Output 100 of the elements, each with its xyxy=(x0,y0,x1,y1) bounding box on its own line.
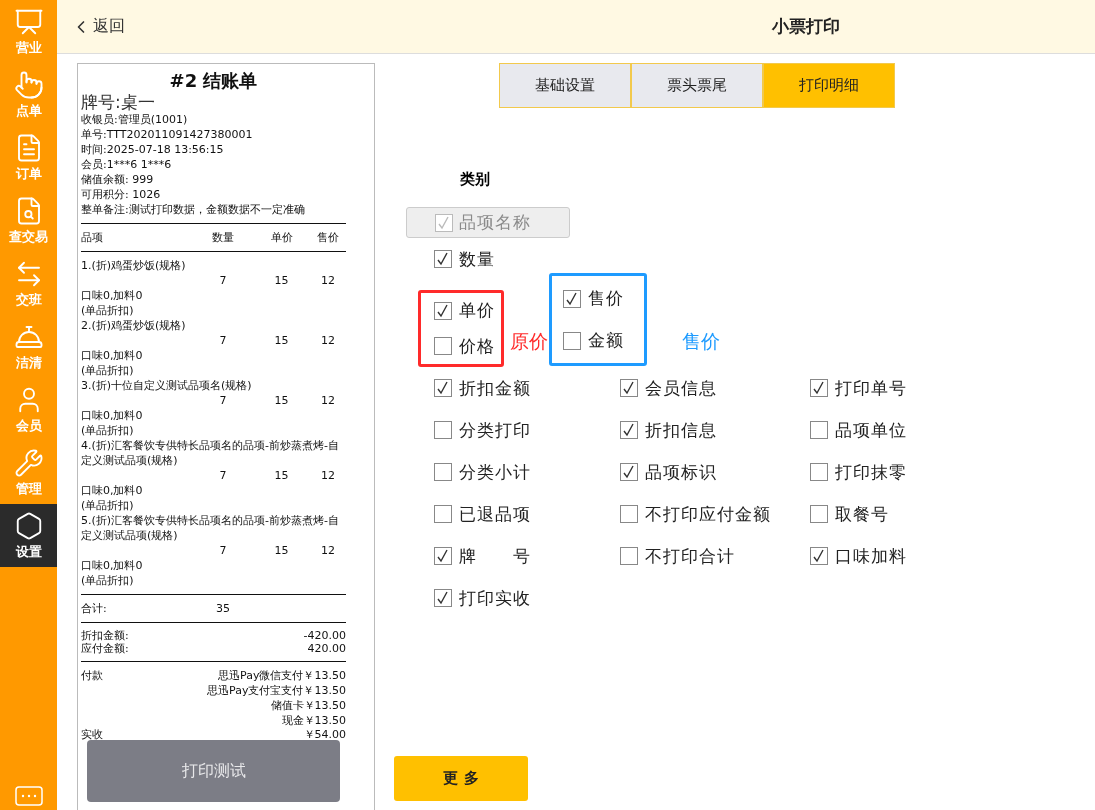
tab[interactable]: 基础设置 xyxy=(499,63,631,108)
checkbox[interactable] xyxy=(810,463,828,481)
category-label: 类别 xyxy=(460,170,490,189)
receipt-text: 15 xyxy=(273,273,290,288)
sidebar-item[interactable]: 点单 xyxy=(0,63,57,126)
receipt-text: (单品折扣) xyxy=(81,363,135,378)
receipt-text: 7 xyxy=(218,273,228,288)
receipt-text: 付款 xyxy=(81,668,103,683)
checkbox[interactable] xyxy=(810,547,828,565)
receipt-text: 整单备注:测试打印数据，金额数据不一定准确 xyxy=(81,202,306,217)
checkbox[interactable] xyxy=(434,547,452,565)
column-header: 品项 xyxy=(81,230,104,245)
checkbox[interactable] xyxy=(620,505,638,523)
receipt-text: 应付金额: xyxy=(81,642,129,655)
receipt-text: 思迅Pay支付宝支付￥13.50 xyxy=(207,683,346,698)
receipt-text: 35 xyxy=(215,601,231,616)
receipt-text: 12 xyxy=(320,273,336,288)
receipt-text: (单品折扣) xyxy=(81,423,135,438)
column-header: 售价 xyxy=(316,230,340,245)
receipt-text: 储值卡￥13.50 xyxy=(270,698,346,713)
option-label: 折扣金额 xyxy=(459,376,531,400)
receipt-title: #2 结账单 xyxy=(168,70,259,92)
receipt-text: 15 xyxy=(273,393,290,408)
tab[interactable]: 票头票尾 xyxy=(631,63,763,108)
receipt-text: 4.(折)汇客餐饮专供特长品项名的品项-前炒蒸煮烤-自定义测试品项(规格) xyxy=(81,438,341,468)
option-label: 牌 号 xyxy=(459,544,531,568)
receipt-text: (单品折扣) xyxy=(81,303,135,318)
sidebar-item[interactable]: 会员 xyxy=(0,378,57,441)
option-label: 折扣信息 xyxy=(645,418,717,442)
receipt-text: 420.00 xyxy=(307,642,346,655)
sidebar-item[interactable]: 管理 xyxy=(0,441,57,504)
option-label: 分类打印 xyxy=(459,418,531,442)
sidebar-item[interactable]: 订单 xyxy=(0,126,57,189)
column-header: 数量 xyxy=(211,230,235,245)
receipt-text: 2.(折)鸡蛋炒饭(规格) xyxy=(81,318,187,333)
receipt-text: 12 xyxy=(320,543,336,558)
sidebar-item[interactable]: 设置 xyxy=(0,504,57,567)
group-caption: 售价 xyxy=(682,328,720,354)
receipt-text: (单品折扣) xyxy=(81,573,135,588)
back-button[interactable]: 返回 xyxy=(67,12,129,41)
checkbox[interactable] xyxy=(563,331,581,350)
receipt-text: 7 xyxy=(218,543,228,558)
group-caption: 原价 xyxy=(510,328,548,354)
receipt-text: 12 xyxy=(320,393,336,408)
receipt-text: 口味0,加料0 xyxy=(81,483,144,498)
checkbox[interactable] xyxy=(810,379,828,397)
checkbox[interactable] xyxy=(620,421,638,439)
receipt-text: 合计: xyxy=(81,601,108,616)
receipt-text: 15 xyxy=(273,543,290,558)
option-label: 品项标识 xyxy=(645,460,717,484)
checkbox[interactable] xyxy=(434,589,452,607)
option-label: 口味加料 xyxy=(835,544,907,568)
receipt-text: 折扣金额: xyxy=(81,629,129,642)
checkbox[interactable] xyxy=(620,463,638,481)
receipt-text: 7 xyxy=(218,393,228,408)
option-label: 打印实收 xyxy=(459,586,531,610)
option-label: 会员信息 xyxy=(645,376,717,400)
option-label: 售价 xyxy=(588,287,624,310)
checkbox[interactable] xyxy=(563,289,581,308)
receipt-text: 现金￥13.50 xyxy=(281,713,346,728)
checkbox[interactable] xyxy=(434,421,452,439)
print-test-button[interactable]: 打印测试 xyxy=(87,740,340,802)
option-label: 打印单号 xyxy=(835,376,907,400)
option-label: 不打印应付金额 xyxy=(645,502,771,526)
checkbox[interactable] xyxy=(810,505,828,523)
option-label: 金额 xyxy=(588,329,624,352)
checkbox[interactable] xyxy=(810,421,828,439)
receipt-text: 5.(折)汇客餐饮专供特长品项名的品项-前炒蒸煮烤-自定义测试品项(规格) xyxy=(81,513,341,543)
receipt-text: 口味0,加料0 xyxy=(81,408,144,423)
tab[interactable]: 打印明细 xyxy=(763,63,895,108)
checkbox[interactable] xyxy=(620,547,638,565)
checkbox[interactable] xyxy=(434,301,452,320)
receipt-text: 实收 xyxy=(81,728,103,741)
receipt-text: 口味0,加料0 xyxy=(81,558,144,573)
option-label: 打印抹零 xyxy=(835,460,907,484)
sidebar-item[interactable]: 交班 xyxy=(0,252,57,315)
receipt-text: 储值余额: 999 xyxy=(81,172,155,187)
sidebar-item[interactable]: 查交易 xyxy=(0,189,57,252)
checkbox[interactable] xyxy=(434,505,452,523)
wrench-icon xyxy=(13,447,44,478)
checkbox[interactable] xyxy=(434,337,452,356)
receipt-text: 口味0,加料0 xyxy=(81,348,144,363)
receipt-text: 15 xyxy=(273,468,290,483)
option-label: 数量 xyxy=(459,247,495,271)
receipt-text: 12 xyxy=(320,333,336,348)
checkbox[interactable] xyxy=(434,379,452,397)
more-button[interactable]: 更 多 xyxy=(394,756,528,801)
pointer-icon xyxy=(13,69,44,100)
checkbox[interactable] xyxy=(434,463,452,481)
receipt-text: 3.(折)十位自定义测试品项名(规格) xyxy=(81,378,253,393)
receipt-text: 思迅Pay微信支付￥13.50 xyxy=(218,668,346,683)
sidebar-item[interactable]: 营业 xyxy=(0,0,57,63)
receipt-text: 口味0,加料0 xyxy=(81,288,144,303)
checkbox[interactable] xyxy=(620,379,638,397)
receipt-text: 可用积分: 1026 xyxy=(81,187,162,202)
option-label: 分类小计 xyxy=(459,460,531,484)
page-title: 小票打印 xyxy=(772,15,840,38)
receipt-text: 牌号:桌一 xyxy=(81,92,156,112)
checkbox[interactable] xyxy=(434,250,452,268)
sidebar-item[interactable]: 洁清 xyxy=(0,315,57,378)
